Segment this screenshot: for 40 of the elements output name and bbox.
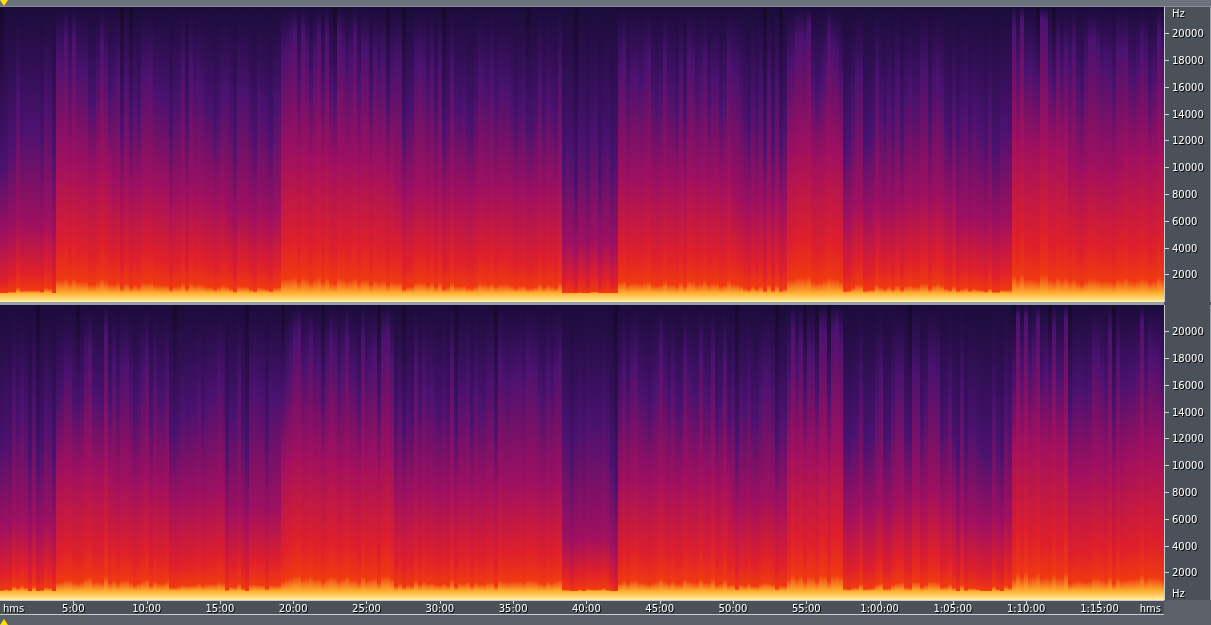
time-label: 20:00	[278, 603, 308, 614]
frequency-label: 8000	[1172, 487, 1198, 498]
time-unit-label: hms	[1139, 603, 1161, 614]
frequency-label: 14000	[1172, 406, 1204, 418]
time-label: 1:05:00	[933, 603, 973, 614]
time-label: 1:10:00	[1006, 603, 1046, 614]
frequency-label: 2000	[1172, 567, 1198, 579]
frequency-label: 10000	[1172, 460, 1204, 472]
frequency-label: 16000	[1172, 81, 1204, 93]
frequency-label: 18000	[1172, 353, 1204, 365]
time-label: 50:00	[718, 603, 748, 614]
time-unit-label: hms	[3, 603, 25, 614]
time-label: 5:00	[62, 603, 85, 614]
frequency-label: 20000	[1172, 28, 1204, 40]
frequency-label: 18000	[1172, 55, 1204, 67]
frequency-label: 8000	[1172, 189, 1198, 200]
marker-icon	[0, 619, 8, 625]
frequency-label: 4000	[1172, 242, 1198, 254]
time-label: 30:00	[425, 603, 455, 614]
time-label: 15:00	[205, 603, 235, 614]
frequency-label: 14000	[1172, 108, 1204, 120]
frequency-label: 20000	[1172, 326, 1204, 338]
frequency-label: 6000	[1172, 513, 1198, 525]
time-label: 25:00	[352, 603, 381, 614]
unit-label: Hz	[1172, 8, 1185, 19]
time-label: 1:00:00	[860, 603, 899, 614]
time-label: 40:00	[572, 603, 601, 614]
time-label: 45:00	[645, 603, 675, 614]
frequency-label: 12000	[1172, 135, 1204, 147]
time-label: 35:00	[498, 603, 528, 614]
frequency-label: 10000	[1172, 162, 1204, 174]
frequency-label: 16000	[1172, 379, 1204, 391]
frequency-label: 4000	[1172, 540, 1198, 552]
time-label: 55:00	[791, 603, 821, 614]
frequency-label: 6000	[1172, 215, 1198, 227]
time-label: 1:15:00	[1080, 603, 1119, 614]
unit-label: Hz	[1172, 588, 1185, 599]
frequency-label: 12000	[1172, 433, 1204, 445]
frequency-label: 2000	[1172, 269, 1198, 281]
time-label: 10:00	[132, 603, 161, 614]
